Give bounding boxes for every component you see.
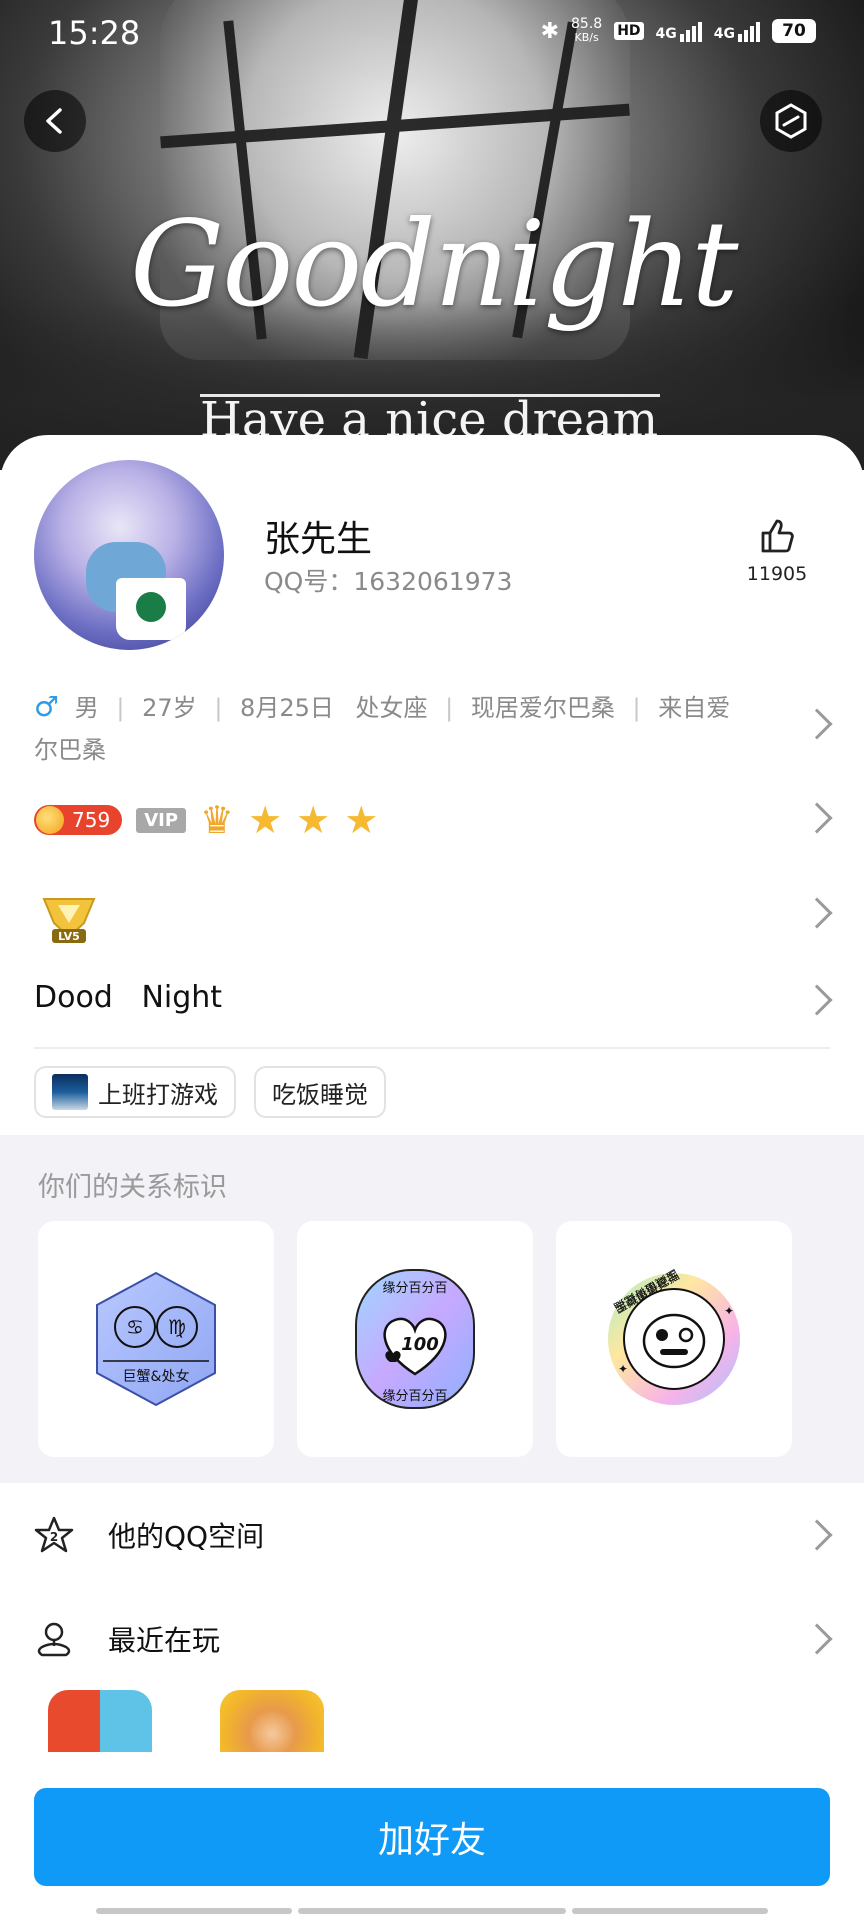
tag-thumbnail xyxy=(52,1074,88,1110)
menu-recent-label: 最近在玩 xyxy=(108,1624,221,1657)
tag-label: 上班打游戏 xyxy=(98,1080,218,1109)
vip-badge: VIP xyxy=(136,807,187,833)
svg-text:2: 2 xyxy=(50,1530,58,1544)
signal-2-icon: 4G xyxy=(714,20,760,42)
avatar-cup-logo xyxy=(136,592,166,622)
info-zodiac: 处女座 xyxy=(355,694,428,722)
svg-text:✦: ✦ xyxy=(618,1362,628,1376)
relation-card-treasure[interactable]: 宝藏值得挖掘 宝藏值得挖掘 ✦ ✦ xyxy=(556,1221,792,1457)
battery-icon: 70 xyxy=(772,19,816,43)
net-speed: 85.8 KB/s xyxy=(571,16,603,44)
svg-text:LV5: LV5 xyxy=(58,930,80,943)
smiley-badge-icon: 宝藏值得挖掘 宝藏值得挖掘 ✦ ✦ xyxy=(608,1269,740,1405)
svg-text:♋: ♋ xyxy=(126,1315,144,1339)
hd-icon: HD xyxy=(614,22,644,40)
menu-qzone[interactable]: 2 他的QQ空间 xyxy=(34,1505,834,1565)
diamond-level-icon: LV5 xyxy=(42,898,96,943)
divider xyxy=(34,1047,830,1049)
signal-1-icon: 4G xyxy=(656,20,702,42)
info-residence: 现居爱尔巴桑 xyxy=(470,694,615,722)
coin-count: 759 xyxy=(72,808,111,832)
relation-title: 你们的关系标识 xyxy=(38,1172,227,1203)
thumbs-up-icon xyxy=(761,519,794,553)
hexagon-icon xyxy=(775,103,807,139)
profile-name: 张先生 xyxy=(264,519,373,560)
back-button[interactable] xyxy=(24,90,86,152)
home-indicator xyxy=(572,1908,768,1914)
star-icon: ★ xyxy=(344,798,379,842)
like-count: 11905 xyxy=(746,563,808,585)
badges-row[interactable]: 759 VIP ♛ ★ ★ ★ xyxy=(34,798,378,842)
status-bar: 15:28 ✱ 85.8 KB/s HD 4G 4G 70 xyxy=(0,0,864,68)
info-age: 27岁 xyxy=(142,694,197,722)
status-icons: ✱ 85.8 KB/s HD 4G 4G 70 xyxy=(540,16,816,44)
recent-games xyxy=(48,1690,324,1752)
relation-card-zodiac[interactable]: ♋ ♍ 巨蟹&处女 xyxy=(38,1221,274,1457)
more-button[interactable] xyxy=(760,90,822,152)
add-friend-button[interactable]: 加好友 xyxy=(34,1788,830,1886)
menu-qzone-label: 他的QQ空间 xyxy=(108,1520,265,1553)
like-button[interactable]: 11905 xyxy=(742,515,812,585)
home-indicator xyxy=(96,1908,292,1914)
menu-recent-games[interactable]: 最近在玩 xyxy=(34,1609,834,1669)
tag-item[interactable]: 吃饭睡觉 xyxy=(254,1066,386,1118)
status-time: 15:28 xyxy=(48,14,141,52)
qq-number[interactable]: QQ号：1632061973 xyxy=(264,562,512,598)
crown-icon: ♛ xyxy=(200,798,235,842)
relation-card-fate[interactable]: 缘分百分百 100 缘分百分百 xyxy=(297,1221,533,1457)
chevron-left-icon xyxy=(46,108,62,134)
svg-text:巨蟹&处女: 巨蟹&处女 xyxy=(123,1368,190,1385)
svg-text:缘分百分百: 缘分百分百 xyxy=(382,1389,447,1404)
tag-label: 吃饭睡觉 xyxy=(272,1080,368,1109)
location-user-icon xyxy=(37,1622,71,1657)
svg-text:缘分百分百: 缘分百分百 xyxy=(382,1281,447,1296)
level-badge[interactable]: LV5 xyxy=(38,893,100,945)
svg-text:100: 100 xyxy=(401,1334,439,1355)
qzone-star-icon: 2 xyxy=(34,1516,74,1553)
male-icon: ♂ xyxy=(34,690,60,723)
avatar[interactable] xyxy=(34,460,224,650)
coin-icon xyxy=(36,806,64,834)
zodiac-badge-icon: ♋ ♍ 巨蟹&处女 xyxy=(96,1271,216,1407)
signature[interactable]: Dood Night xyxy=(34,980,222,1015)
heart-badge-icon: 缘分百分百 100 缘分百分百 xyxy=(355,1269,475,1409)
tag-item[interactable]: 上班打游戏 xyxy=(34,1066,236,1118)
svg-text:♍: ♍ xyxy=(168,1315,186,1339)
star-icon: ★ xyxy=(296,798,331,842)
game-icon[interactable] xyxy=(48,1690,152,1752)
banner-title: Goodnight xyxy=(130,195,739,333)
interest-tags: 上班打游戏 吃饭睡觉 xyxy=(34,1066,386,1118)
bluetooth-icon: ✱ xyxy=(540,18,560,44)
home-indicator xyxy=(298,1908,566,1914)
info-text: ♂ 男 | 27岁 | 8月25日 处女座 | 现居爱尔巴桑 | 来自爱尔巴桑 xyxy=(34,690,731,764)
cover-banner[interactable]: Goodnight Have a nice dream xyxy=(0,0,864,470)
coin-badge: 759 xyxy=(34,805,123,835)
svg-text:✦: ✦ xyxy=(724,1304,734,1318)
info-birthday: 8月25日 xyxy=(240,694,334,722)
info-gender: 男 xyxy=(74,694,99,722)
star-icon: ★ xyxy=(248,798,283,842)
game-icon[interactable] xyxy=(220,1690,324,1752)
